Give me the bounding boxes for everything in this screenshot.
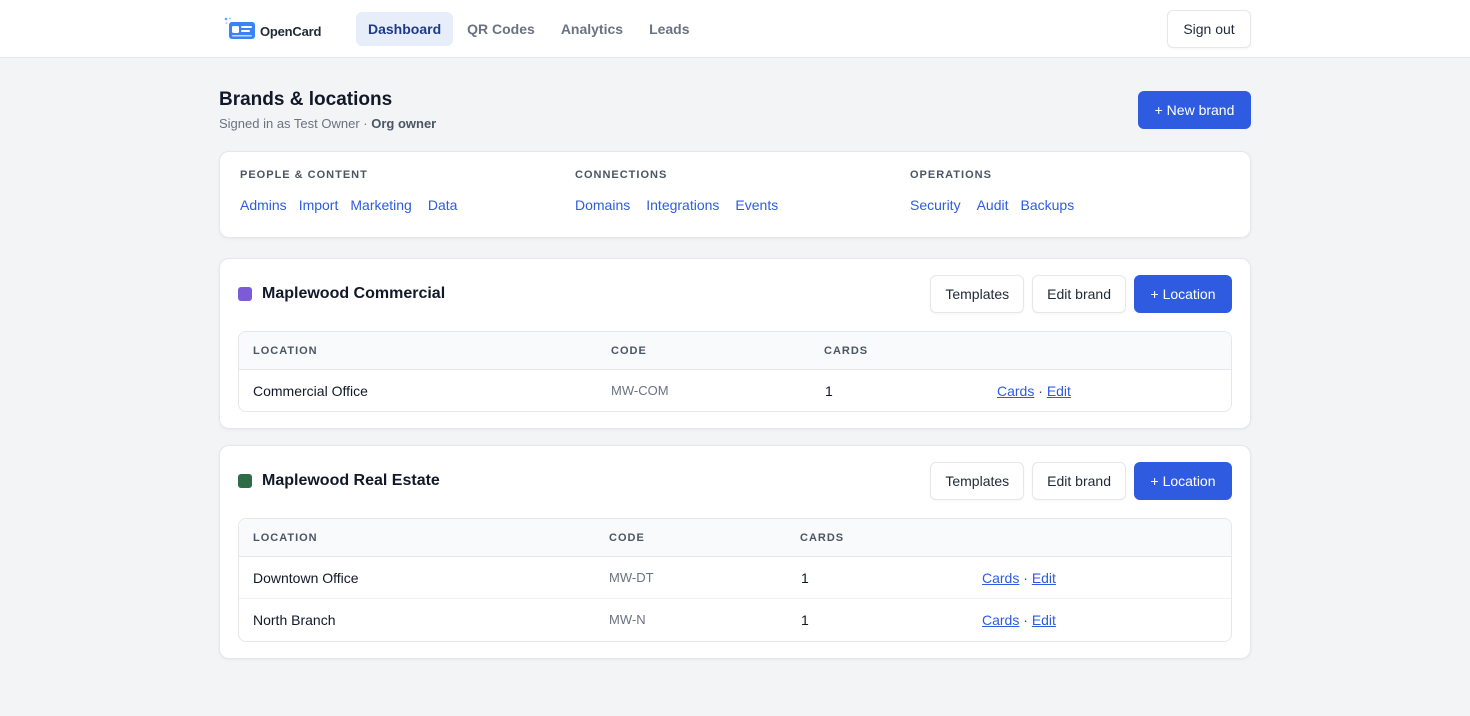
table-header: LOCATION CODE CARDS (239, 332, 1231, 370)
brand-header: Maplewood Real Estate (238, 446, 440, 516)
locations-table: LOCATION CODE CARDS Commercial Office MW… (238, 331, 1232, 412)
location-name: Downtown Office (253, 570, 359, 586)
edit-brand-button[interactable]: Edit brand (1032, 462, 1126, 500)
link-backups[interactable]: Backups (1021, 197, 1075, 213)
add-location-button[interactable]: + Location (1134, 275, 1232, 313)
app-name: OpenCard (260, 23, 322, 39)
separator: · (1019, 570, 1032, 586)
link-audit[interactable]: Audit (977, 197, 1009, 213)
link-marketing[interactable]: Marketing (350, 197, 411, 213)
main-nav: Dashboard QR Codes Analytics Leads (356, 12, 702, 46)
link-integrations[interactable]: Integrations (646, 197, 719, 213)
column-header-cards: CARDS (824, 345, 869, 357)
nav-qr-codes[interactable]: QR Codes (455, 12, 547, 46)
link-admins[interactable]: Admins (240, 197, 287, 213)
edit-brand-button[interactable]: Edit brand (1032, 275, 1126, 313)
edit-link[interactable]: Edit (1032, 612, 1056, 628)
brand-color-swatch (238, 287, 252, 301)
role-label: Org owner (371, 116, 437, 131)
column-header-code: CODE (611, 345, 647, 357)
edit-link[interactable]: Edit (1047, 383, 1071, 399)
brand-header: Maplewood Commercial (238, 259, 445, 329)
row-actions: Cards · Edit (997, 370, 1071, 411)
quick-links-panel: PEOPLE & CONTENT Admins Import Marketing… (219, 151, 1251, 238)
opencard-logo[interactable]: OpenCard (224, 17, 321, 41)
separator: · (1019, 612, 1032, 628)
location-name: Commercial Office (253, 383, 368, 399)
templates-button[interactable]: Templates (930, 275, 1025, 313)
table-row: North Branch MW-N 1 Cards · Edit (239, 599, 1231, 641)
brand-card-maplewood-commercial: Maplewood Commercial Templates Edit bran… (219, 258, 1251, 429)
location-code: MW-COM (611, 383, 669, 398)
column-header-code: CODE (609, 532, 645, 544)
card-count: 1 (801, 612, 809, 628)
page-title: Brands & locations (219, 89, 393, 110)
table-row: Commercial Office MW-COM 1 Cards · Edit (239, 370, 1231, 411)
brand-name: Maplewood Commercial (262, 285, 446, 302)
locations-table: LOCATION CODE CARDS Downtown Office MW-D… (238, 518, 1232, 642)
link-domains[interactable]: Domains (575, 197, 630, 213)
card-count: 1 (825, 383, 833, 399)
location-code: MW-DT (609, 570, 654, 585)
cards-link[interactable]: Cards (982, 570, 1019, 586)
link-data[interactable]: Data (428, 197, 458, 213)
cards-link[interactable]: Cards (982, 612, 1019, 628)
brand-actions: Templates Edit brand + Location (930, 462, 1232, 500)
sign-out-button[interactable]: Sign out (1167, 10, 1251, 48)
section-heading: CONNECTIONS (575, 169, 668, 181)
edit-link[interactable]: Edit (1032, 570, 1056, 586)
top-bar: OpenCard Dashboard QR Codes Analytics Le… (0, 0, 1470, 58)
column-header-location: LOCATION (253, 345, 318, 357)
cards-link[interactable]: Cards (997, 383, 1034, 399)
section-heading: PEOPLE & CONTENT (240, 169, 368, 181)
card-count: 1 (801, 570, 809, 586)
brand-actions: Templates Edit brand + Location (930, 275, 1232, 313)
new-brand-button[interactable]: + New brand (1138, 91, 1251, 129)
column-header-cards: CARDS (800, 532, 845, 544)
templates-button[interactable]: Templates (930, 462, 1025, 500)
separator: · (1034, 383, 1047, 399)
brand-card-maplewood-real-estate: Maplewood Real Estate Templates Edit bra… (219, 445, 1251, 659)
link-events[interactable]: Events (735, 197, 778, 213)
add-location-button[interactable]: + Location (1134, 462, 1232, 500)
location-name: North Branch (253, 612, 336, 628)
location-code: MW-N (609, 612, 646, 627)
column-header-location: LOCATION (253, 532, 318, 544)
link-security[interactable]: Security (910, 197, 961, 213)
table-header: LOCATION CODE CARDS (239, 519, 1231, 557)
brand-name: Maplewood Real Estate (262, 472, 440, 489)
table-row: Downtown Office MW-DT 1 Cards · Edit (239, 557, 1231, 599)
nav-leads[interactable]: Leads (637, 12, 701, 46)
link-import[interactable]: Import (299, 197, 339, 213)
row-actions: Cards · Edit (982, 557, 1056, 599)
signed-in-text: Signed in as Test Owner · (219, 116, 372, 131)
row-actions: Cards · Edit (982, 599, 1056, 641)
section-heading: OPERATIONS (910, 169, 992, 181)
nav-analytics[interactable]: Analytics (549, 12, 635, 46)
brand-color-swatch (238, 474, 252, 488)
signed-in-status: Signed in as Test Owner · Org owner (219, 116, 436, 131)
nav-dashboard[interactable]: Dashboard (356, 12, 454, 46)
id-card-icon (224, 17, 255, 39)
